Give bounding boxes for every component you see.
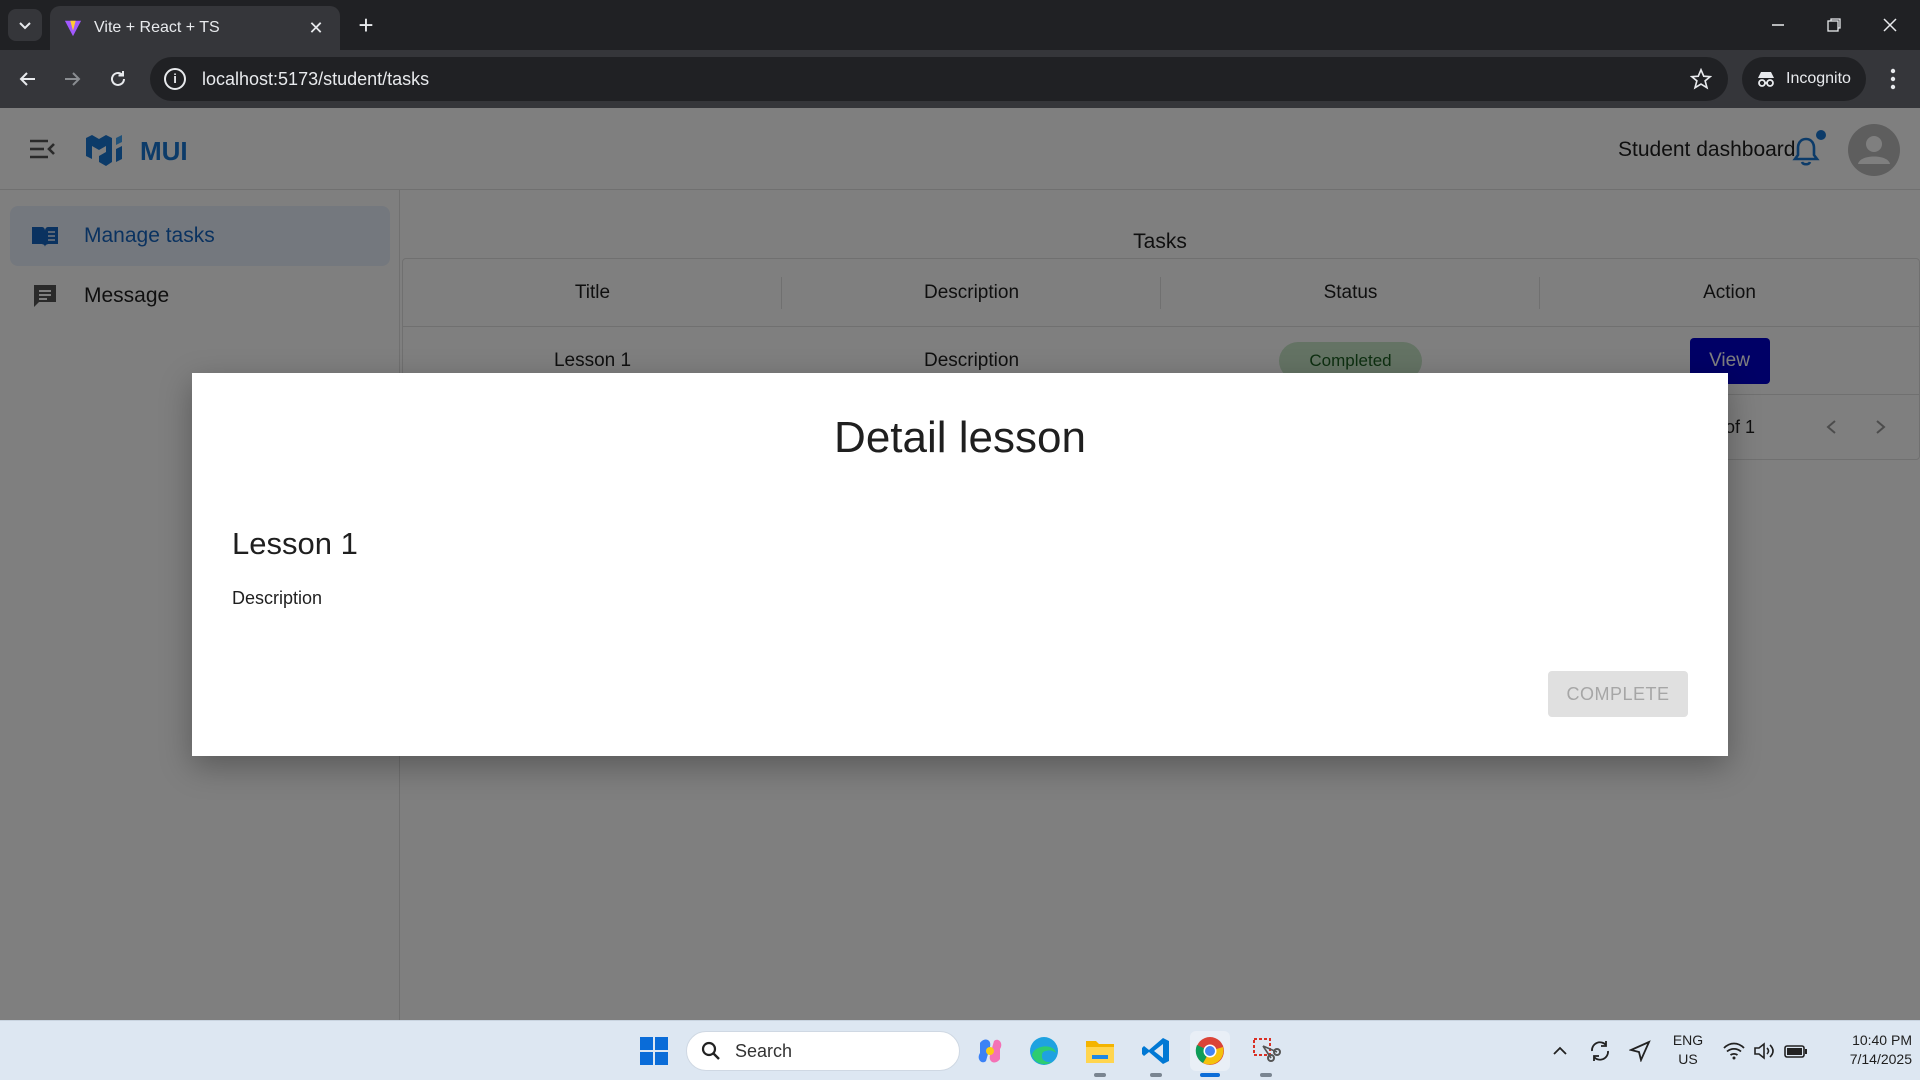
running-indicator	[1260, 1073, 1272, 1077]
address-bar[interactable]: i localhost:5173/student/tasks	[150, 57, 1728, 101]
reload-button[interactable]	[102, 63, 134, 95]
dialog-title: Detail lesson	[834, 413, 1086, 462]
tab-close-icon[interactable]: ✕	[306, 18, 326, 39]
system-clock[interactable]: 10:40 PM 7/14/2025	[1812, 1031, 1912, 1069]
copilot-icon	[978, 1039, 1002, 1063]
search-icon	[701, 1041, 720, 1060]
volume-tray-icon[interactable]	[1750, 1037, 1778, 1065]
close-icon	[1883, 18, 1897, 32]
edge-app[interactable]	[1024, 1031, 1064, 1071]
browser-tab[interactable]: Vite + React + TS ✕	[50, 6, 340, 50]
clock-date: 7/14/2025	[1849, 1051, 1912, 1067]
location-arrow-icon	[1629, 1040, 1651, 1062]
input-language[interactable]: ENG US	[1660, 1031, 1716, 1069]
volume-icon	[1754, 1042, 1774, 1060]
snipping-tool-icon	[1253, 1038, 1281, 1062]
sync-tray-icon[interactable]	[1586, 1037, 1614, 1065]
vite-favicon-icon	[64, 20, 82, 37]
tab-title: Vite + React + TS	[94, 19, 220, 36]
minimize-icon	[1772, 24, 1784, 26]
minimize-button[interactable]	[1750, 0, 1806, 50]
start-button[interactable]	[634, 1031, 674, 1071]
detail-lesson-dialog: Detail lesson Lesson 1 Description COMPL…	[192, 373, 1728, 756]
chevron-up-icon	[1553, 1046, 1567, 1055]
incognito-indicator[interactable]: Incognito	[1742, 57, 1866, 101]
running-indicator	[1150, 1073, 1162, 1077]
windows-taskbar: Search ENG US 10:40 PM 7/14/2025	[0, 1020, 1920, 1080]
chrome-icon	[1195, 1037, 1224, 1065]
tab-search-button[interactable]	[8, 9, 42, 41]
taskbar-search-placeholder: Search	[735, 1040, 793, 1061]
wifi-tray-icon[interactable]	[1720, 1037, 1748, 1065]
restore-icon	[1827, 18, 1841, 32]
browser-tabstrip: Vite + React + TS ✕ +	[0, 0, 1920, 50]
region-code: US	[1678, 1051, 1698, 1067]
lesson-description: Description	[232, 588, 323, 608]
vscode-icon	[1142, 1038, 1169, 1064]
site-info-icon[interactable]: i	[164, 68, 186, 90]
sync-icon	[1591, 1041, 1609, 1061]
browser-toolbar: i localhost:5173/student/tasks Incognito	[0, 50, 1920, 108]
running-indicator	[1094, 1073, 1106, 1077]
windows-logo-icon	[640, 1037, 668, 1065]
more-vert-icon	[1890, 68, 1896, 90]
wifi-icon	[1723, 1042, 1745, 1060]
language-code: ENG	[1672, 1032, 1704, 1048]
copilot-app[interactable]	[970, 1031, 1010, 1071]
browser-menu-button[interactable]	[1878, 63, 1908, 95]
url-text[interactable]: localhost:5173/student/tasks	[202, 69, 1690, 90]
arrow-right-icon	[65, 72, 81, 86]
incognito-label: Incognito	[1786, 70, 1851, 87]
vscode-app[interactable]	[1136, 1031, 1176, 1071]
file-explorer-app[interactable]	[1080, 1031, 1120, 1071]
close-window-button[interactable]	[1862, 0, 1918, 50]
bookmark-star-icon[interactable]	[1690, 68, 1712, 90]
reload-icon	[111, 71, 125, 86]
clock-time: 10:40 PM	[1852, 1032, 1912, 1048]
back-button[interactable]	[12, 63, 44, 95]
chevron-down-icon	[19, 22, 31, 30]
chrome-app[interactable]	[1190, 1031, 1230, 1071]
restore-button[interactable]	[1806, 0, 1862, 50]
active-indicator	[1200, 1073, 1220, 1077]
folder-icon	[1086, 1041, 1114, 1063]
lesson-title: Lesson 1	[232, 526, 358, 561]
forward-button[interactable]	[56, 63, 88, 95]
battery-tray-icon[interactable]	[1782, 1037, 1810, 1065]
location-tray-icon[interactable]	[1626, 1037, 1654, 1065]
show-hidden-icons-button[interactable]	[1546, 1037, 1574, 1065]
taskbar-search[interactable]: Search	[686, 1031, 960, 1071]
edge-icon	[1030, 1037, 1058, 1065]
new-tab-button[interactable]: +	[352, 11, 380, 39]
complete-button[interactable]: COMPLETE	[1548, 671, 1688, 717]
incognito-icon	[1758, 72, 1774, 87]
battery-icon	[1784, 1045, 1807, 1058]
snipping-tool-app[interactable]	[1246, 1031, 1286, 1071]
arrow-left-icon	[19, 72, 35, 86]
